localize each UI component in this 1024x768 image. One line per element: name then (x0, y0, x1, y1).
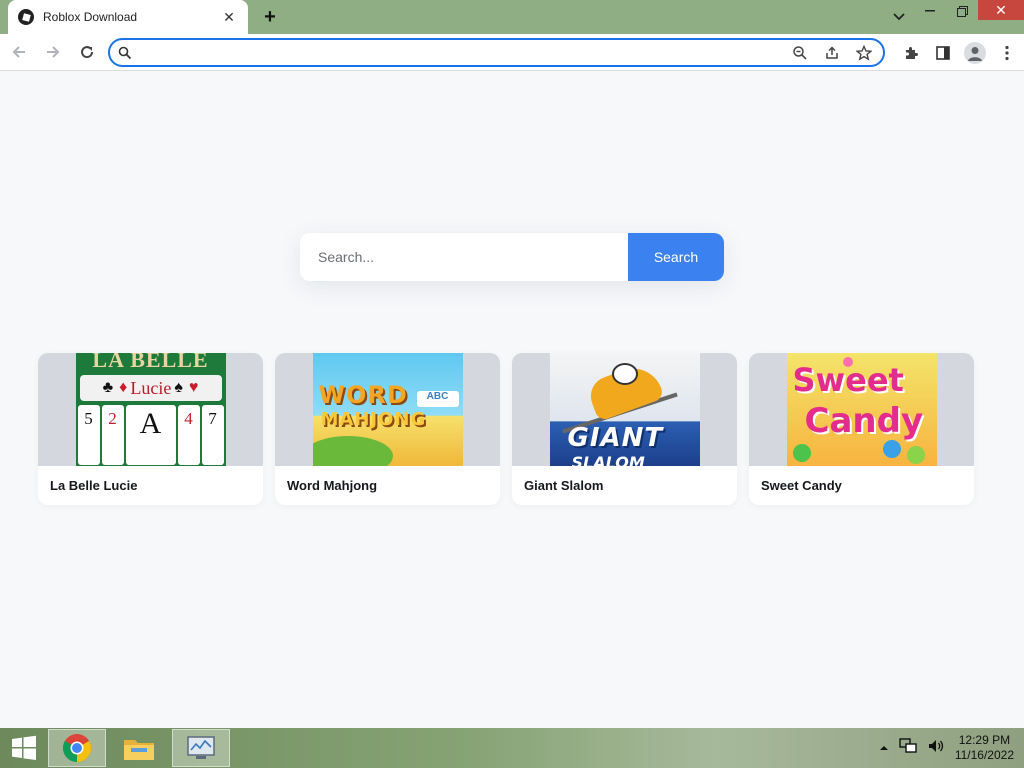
browser-toolbar (0, 34, 1024, 71)
game-grid: LA BELLE ♣♦ Lucie ♠♥ 5 2 A 4 7 La Bell (38, 353, 974, 505)
helmet-shape (611, 363, 638, 385)
hill-shape (312, 436, 393, 466)
back-arrow-icon (12, 46, 25, 58)
bookmark-star-icon[interactable] (853, 42, 875, 64)
search-icon (118, 46, 132, 59)
reload-button[interactable] (72, 37, 102, 67)
thumb-line-2: Candy (804, 401, 924, 441)
windows-logo-icon (12, 735, 36, 760)
giant-slalom-image: GIANT SLALOM (549, 353, 700, 466)
game-thumbnail: LA BELLE ♣ ♦ Lucie ♠ ♥ 5 2 A 4 7 (38, 353, 263, 466)
taskbar-chrome[interactable] (48, 729, 106, 767)
heart-icon: ♥ (188, 379, 199, 396)
thumb-line-2: SLALOM (571, 453, 645, 466)
game-thumbnail: GIANT SLALOM (512, 353, 737, 466)
ace-of-spades-card: A (125, 405, 176, 465)
profile-avatar[interactable] (964, 41, 986, 64)
tab-strip: Roblox Download ✕ + ✕ (0, 0, 1024, 34)
game-card-giant-slalom[interactable]: GIANT SLALOM Giant Slalom (512, 353, 737, 505)
browser-tab[interactable]: Roblox Download ✕ (8, 0, 248, 34)
volume-icon[interactable] (927, 738, 945, 759)
taskbar-clock[interactable]: 12:29 PM 11/16/2022 (955, 733, 1014, 763)
thumb-banner-text: LA BELLE (92, 353, 209, 372)
playing-card: 4 (177, 405, 200, 465)
game-title[interactable]: Word Mahjong (275, 466, 500, 505)
game-thumbnail: Sweet Candy (749, 353, 974, 466)
game-title[interactable]: La Belle Lucie (38, 466, 263, 505)
word-mahjong-image: WORD ABC MAHJONG (312, 353, 463, 466)
close-tab-icon[interactable]: ✕ (220, 8, 238, 26)
game-card-word-mahjong[interactable]: WORD ABC MAHJONG Word Mahjong (275, 353, 500, 505)
side-panel-icon[interactable] (932, 42, 954, 64)
diamond-icon: ♦ (119, 379, 128, 396)
zoom-icon[interactable] (789, 42, 811, 64)
reload-icon (81, 46, 94, 59)
minimize-button[interactable] (914, 0, 946, 22)
candy-shape (792, 444, 811, 462)
chevron-up-icon[interactable] (879, 739, 889, 757)
window-controls: ✕ (884, 0, 1024, 34)
address-input[interactable] (138, 41, 789, 64)
thumb-line-1: WORD (318, 381, 408, 409)
folder-icon (124, 740, 154, 760)
club-icon: ♣ (102, 379, 114, 396)
forward-button[interactable] (38, 37, 68, 67)
sweet-candy-image: Sweet Candy (786, 353, 937, 466)
thumb-ribbon-text: Lucie (130, 377, 172, 398)
game-title[interactable]: Sweet Candy (749, 466, 974, 505)
forward-arrow-icon (47, 46, 60, 58)
tab-title: Roblox Download (43, 10, 138, 24)
playing-cards: 5 2 A 4 7 (76, 405, 226, 466)
share-icon[interactable] (821, 42, 843, 64)
thumb-line-1: Sweet (792, 361, 904, 399)
thumb-ribbon: ♣ ♦ Lucie ♠ ♥ (79, 375, 222, 401)
taskbar-file-explorer[interactable] (110, 729, 168, 767)
playing-card: 2 (101, 405, 124, 465)
game-card-la-belle-lucie[interactable]: LA BELLE ♣♦ Lucie ♠♥ 5 2 A 4 7 La Bell (38, 353, 263, 505)
game-title[interactable]: Giant Slalom (512, 466, 737, 505)
spade-icon: ♠ (174, 379, 183, 396)
page-content: Search LA BELLE ♣ ♦ Lucie ♠ ♥ 5 2 A 4 (0, 71, 1024, 728)
roblox-icon (18, 9, 34, 25)
chevron-down-icon[interactable] (884, 0, 914, 34)
new-tab-button[interactable]: + (258, 6, 282, 28)
menu-kebab-icon[interactable] (996, 42, 1018, 64)
clock-time: 12:29 PM (958, 733, 1011, 747)
playing-card: 5 (77, 405, 100, 465)
search-button[interactable]: Search (628, 233, 724, 281)
system-tray: 12:29 PM 11/16/2022 (879, 728, 1014, 768)
thumb-line-1: GIANT (567, 423, 664, 453)
chrome-icon (63, 734, 91, 762)
clock-date: 11/16/2022 (954, 748, 1014, 762)
search-input[interactable] (300, 233, 628, 281)
candy-shape (882, 440, 901, 458)
candy-shape (906, 446, 925, 464)
window-close-button[interactable]: ✕ (978, 0, 1024, 20)
playing-card: 7 (201, 405, 224, 465)
game-card-sweet-candy[interactable]: Sweet Candy Sweet Candy (749, 353, 974, 505)
taskbar-app[interactable] (172, 729, 230, 767)
network-icon[interactable] (899, 737, 917, 759)
extensions-icon[interactable] (900, 42, 922, 64)
person-icon (968, 46, 982, 61)
address-bar[interactable] (108, 38, 885, 67)
thumb-line-2: MAHJONG (320, 409, 427, 430)
game-search: Search (300, 233, 724, 281)
la-belle-lucie-image: LA BELLE ♣ ♦ Lucie ♠ ♥ 5 2 A 4 7 (75, 353, 226, 466)
monitor-icon (187, 736, 215, 759)
restore-button[interactable] (946, 0, 978, 22)
game-thumbnail: WORD ABC MAHJONG (275, 353, 500, 466)
start-button[interactable] (0, 728, 48, 768)
thumb-badge: ABC (416, 391, 459, 407)
taskbar: 12:29 PM 11/16/2022 (0, 728, 1024, 768)
back-button[interactable] (4, 37, 34, 67)
